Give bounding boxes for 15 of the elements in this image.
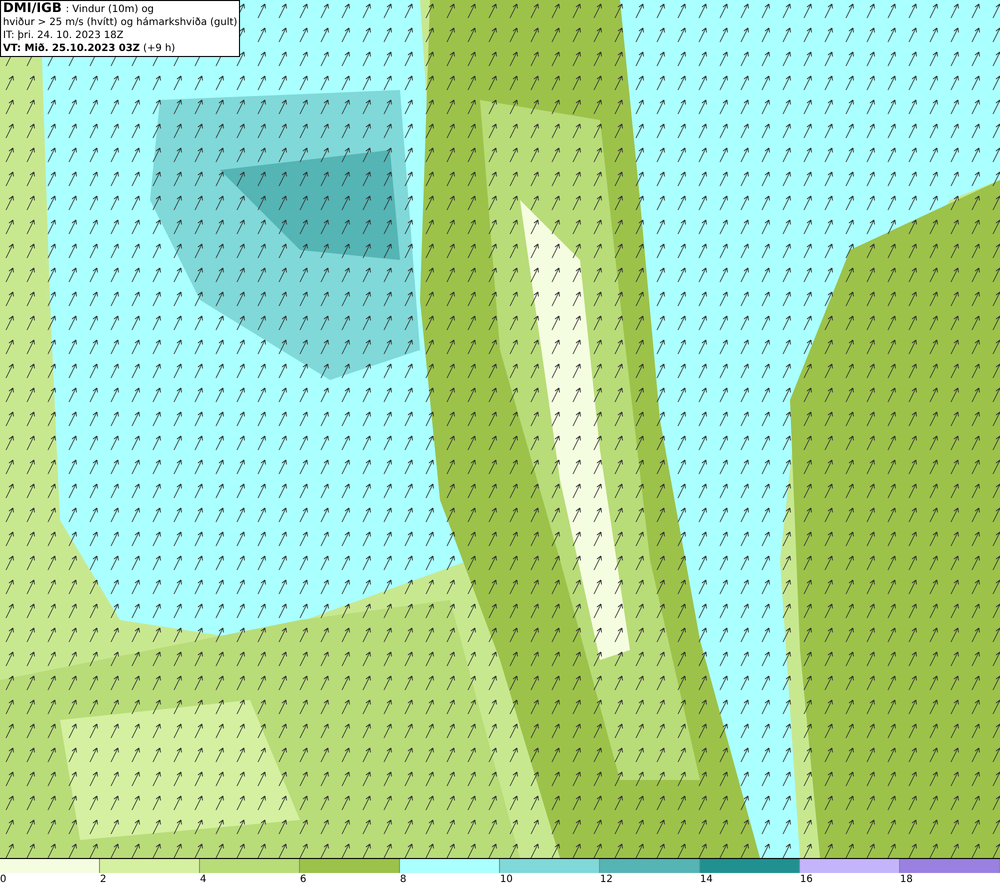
legend-label: 10 <box>500 873 513 887</box>
legend-label: 4 <box>200 873 206 887</box>
legend-label: 16 <box>800 873 813 887</box>
map-title: : Vindur (10m) og <box>66 3 154 16</box>
source-label: DMI/IGB <box>3 2 62 15</box>
info-line: IT: þri. 24. 10. 2023 18Z <box>3 29 124 42</box>
legend-label: 2 <box>100 873 106 887</box>
info-line: hviður > 25 m/s (hvítt) og hámarkshviða (gult) <box>3 16 238 29</box>
legend-label: 12 <box>600 873 613 887</box>
legend-label: 18 <box>900 873 913 887</box>
legend-label: 0 <box>0 873 6 887</box>
info-line: VT: Mið. 25.10.2023 03Z (+9 h) <box>3 42 176 55</box>
legend-label: 14 <box>700 873 713 887</box>
legend-label: 8 <box>400 873 406 887</box>
legend-label: 6 <box>300 873 306 887</box>
